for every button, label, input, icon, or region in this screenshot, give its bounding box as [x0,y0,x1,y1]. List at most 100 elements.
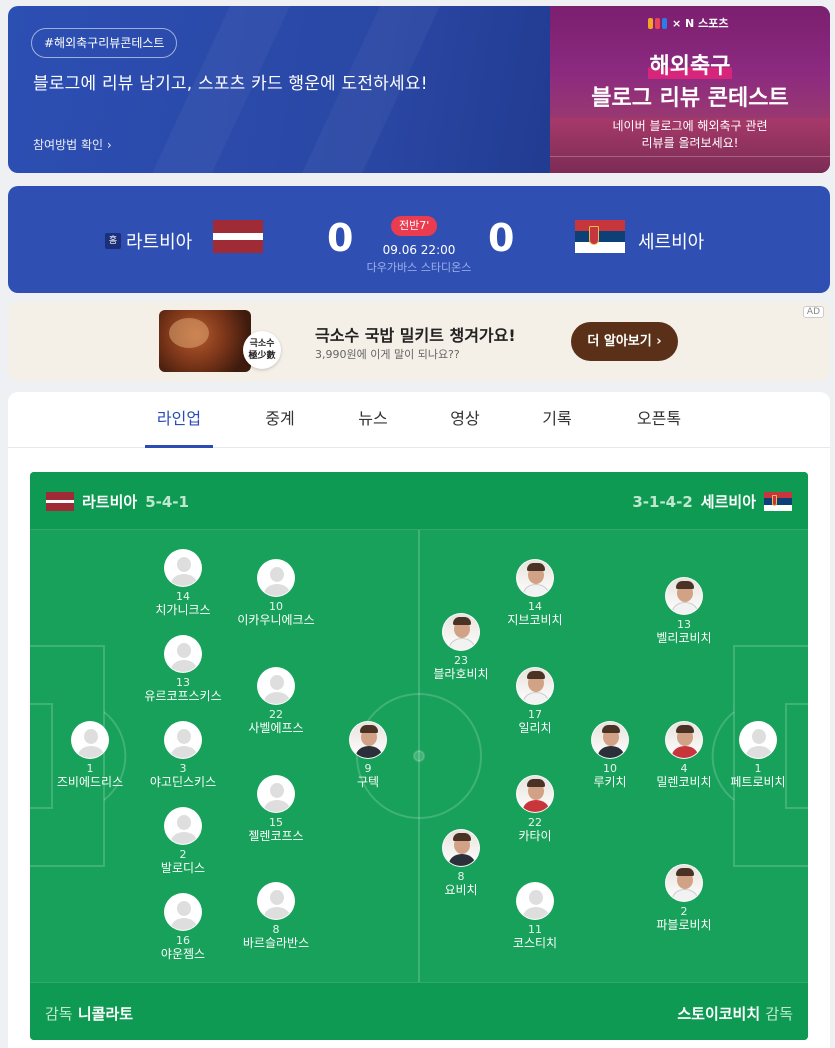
player-name: 젤렌코프스 [248,829,304,843]
banner-contest-image: × N 스포츠 해외축구 블로그 리뷰 콘테스트 네이버 블로그에 해외축구 관… [550,6,830,173]
player-photo [665,864,703,902]
player-avatar [516,882,554,920]
player-name: 바르슬라반스 [242,936,310,950]
player-number: 15 [269,816,283,829]
player-name: 야운젬스 [160,947,206,961]
banner-participate-link[interactable]: 참여방법 확인 › [33,136,112,153]
player-photo [665,721,703,759]
player-number: 10 [603,762,617,775]
ad-learn-more-button[interactable]: 더 알아보기 › [571,322,678,361]
player-card[interactable]: 23 블라호비치 [411,613,511,682]
latvia-flag-icon[interactable] [213,220,263,253]
player-name: 유르코프스키스 [144,689,222,703]
player-number: 14 [528,600,542,613]
player-name: 야고딘스키스 [149,775,217,789]
player-number: 11 [528,923,542,936]
player-photo [442,613,480,651]
player-name: 이카우니에크스 [237,613,315,627]
player-name: 구텍 [356,775,380,789]
home-coach[interactable]: 감독 니콜라토 [45,1003,133,1024]
player-avatar [71,721,109,759]
player-name: 일리치 [518,721,552,735]
promo-banner[interactable]: #해외축구리뷰콘테스트 블로그에 리뷰 남기고, 스포츠 카드 행운에 도전하세… [8,6,830,173]
player-card[interactable]: 3 야고딘스키스 [133,721,233,790]
player-photo [516,559,554,597]
player-card[interactable]: 13 벨리코비치 [634,577,734,646]
lineup-footer: 감독 니콜라토 스토이코비치 감독 [30,982,808,1040]
ad-subtitle: 3,990원에 이게 말이 되나요?? [315,348,460,361]
player-number: 10 [269,600,283,613]
player-photo [591,721,629,759]
banner-logo-text: × N 스포츠 [672,17,729,30]
serbia-flag-icon [764,492,792,511]
player-card[interactable]: 8 바르슬라반스 [226,882,326,951]
player-number: 2 [680,905,688,918]
tab-lineup[interactable]: 라인업 [145,392,213,448]
player-card[interactable]: 9 구텍 [318,721,418,790]
tab-news[interactable]: 뉴스 [339,392,407,448]
player-number: 1 [86,762,94,775]
player-photo [665,577,703,615]
lineup-pitch: 라트비아 5-4-1 3-1-4-2 세르비아 1 즈비에드리스 14 치가니크… [30,472,808,1040]
player-avatar [164,893,202,931]
latvia-flag-icon [46,492,74,511]
player-number: 3 [179,762,187,775]
player-avatar [257,667,295,705]
banner-hashtag: #해외축구리뷰콘테스트 [31,28,178,58]
tab-broadcast[interactable]: 중계 [246,392,314,448]
player-card[interactable]: 2 발로디스 [133,807,233,876]
player-name: 발로디스 [160,861,206,875]
match-tabs: 라인업 중계 뉴스 영상 기록 오픈톡 [8,392,830,448]
player-number: 9 [364,762,372,775]
home-lineup-team: 라트비아 [82,493,138,511]
player-card[interactable]: 8 요비치 [411,829,511,898]
player-number: 2 [179,848,187,861]
home-badge: 홈 [105,233,121,249]
player-card[interactable]: 1 즈비에드리스 [40,721,140,790]
home-team-name[interactable]: 라트비아 [126,228,192,254]
player-number: 22 [528,816,542,829]
player-avatar [164,549,202,587]
player-card[interactable]: 10 이카우니에크스 [226,559,326,628]
serbia-flag-icon[interactable] [575,220,625,253]
ad-product-image [159,310,251,372]
player-card[interactable]: 14 치가니크스 [133,549,233,618]
player-number: 16 [176,934,190,947]
live-period-badge: 전반7' [391,216,438,236]
away-coach[interactable]: 스토이코비치 감독 [677,1003,793,1024]
player-name: 요비치 [444,883,478,897]
player-photo [516,667,554,705]
player-name: 블라호비치 [433,667,489,681]
player-name: 파블로비치 [656,918,712,932]
player-avatar [257,775,295,813]
ad-title: 극소수 국밥 밀키트 챙겨가요! [315,326,516,345]
match-datetime: 09.06 22:00 [382,243,456,257]
away-lineup-team: 세르비아 [700,493,756,511]
player-avatar [164,721,202,759]
tab-video[interactable]: 영상 [431,392,499,448]
away-team-name[interactable]: 세르비아 [638,228,704,254]
player-card[interactable]: 13 유르코프스키스 [133,635,233,704]
match-content-card: 라인업 중계 뉴스 영상 기록 오픈톡 라트비아 5-4-1 3-1-4-2 세… [8,392,830,1048]
player-name: 즈비에드리스 [56,775,124,789]
player-avatar [257,559,295,597]
player-card[interactable]: 16 야운젬스 [133,893,233,962]
ad-banner[interactable]: 극소수 極少數 극소수 국밥 밀키트 챙겨가요! 3,990원에 이게 말이 되… [8,302,830,381]
player-photo [516,775,554,813]
player-avatar [164,635,202,673]
player-avatar [257,882,295,920]
banner-headline: 블로그에 리뷰 남기고, 스포츠 카드 행운에 도전하세요! [33,74,428,94]
brand-dots-icon [648,17,667,29]
tab-records[interactable]: 기록 [523,392,591,448]
player-number: 8 [272,923,280,936]
banner-field-line [550,156,830,157]
banner-contest-title-2: 블로그 리뷰 콘테스트 [591,86,789,111]
player-name: 사벨에프스 [248,721,304,735]
player-card[interactable]: 2 파블로비치 [634,864,734,933]
player-name: 코스티치 [512,936,558,950]
player-avatar [739,721,777,759]
player-number: 22 [269,708,283,721]
player-card[interactable]: 15 젤렌코프스 [226,775,326,844]
tab-open-talk[interactable]: 오픈톡 [625,392,693,448]
player-card[interactable]: 22 사벨에프스 [226,667,326,736]
